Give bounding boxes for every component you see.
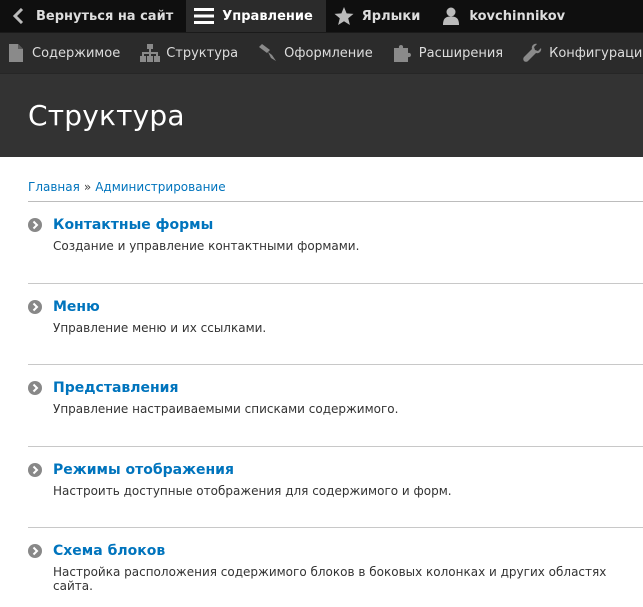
file-icon (6, 43, 26, 63)
list-item: Режимы отображения Настроить доступные о… (28, 445, 643, 528)
tray-item-appearance[interactable]: Оформление (252, 33, 387, 73)
tray-item-extend[interactable]: Расширения (387, 33, 517, 73)
sitemap-icon (140, 43, 161, 63)
breadcrumb-separator: » (83, 180, 92, 194)
menu-icon (194, 6, 215, 26)
breadcrumb: Главная » Администрирование (28, 173, 643, 201)
manage-tab[interactable]: Управление (186, 0, 326, 32)
user-icon (441, 6, 461, 26)
item-title-link[interactable]: Режимы отображения (53, 462, 234, 478)
arrow-right-icon (28, 299, 42, 314)
admin-tray: Содержимое Структура Оформление Расширен… (0, 32, 643, 73)
page-title: Структура (28, 99, 185, 132)
breadcrumb-home-link[interactable]: Главная (28, 180, 80, 194)
back-to-site-link[interactable]: Вернуться на сайт (0, 0, 186, 32)
chevron-left-icon (8, 6, 28, 26)
tray-item-config[interactable]: Конфигурация (517, 33, 643, 73)
tray-item-label: Содержимое (32, 45, 121, 61)
list-item: Представления Управление настраиваемыми … (28, 364, 643, 446)
shortcuts-tab[interactable]: Ярлыки (326, 0, 434, 32)
tray-item-structure[interactable]: Структура (134, 33, 252, 73)
item-description: Создание и управление контактными формам… (53, 239, 360, 253)
arrow-right-icon (28, 462, 42, 477)
item-title-link[interactable]: Меню (53, 299, 100, 315)
back-to-site-label: Вернуться на сайт (36, 8, 174, 24)
arrow-right-icon (28, 381, 42, 395)
list-item: Меню Управление меню и их ссылками. (28, 282, 643, 365)
user-tab[interactable]: kovchinnikov (433, 0, 578, 32)
puzzle-icon (393, 43, 413, 63)
paintbrush-icon (258, 43, 278, 63)
arrow-right-icon (28, 544, 42, 558)
admin-toolbar: Вернуться на сайт Управление Ярлыки kovc… (0, 0, 643, 32)
tray-item-label: Расширения (418, 45, 504, 61)
breadcrumb-admin-link[interactable]: Администрирование (95, 180, 225, 194)
wrench-icon (523, 43, 543, 63)
item-description: Управление меню и их ссылками. (53, 320, 267, 335)
item-title-link[interactable]: Представления (53, 380, 178, 396)
star-icon (334, 6, 354, 26)
arrow-right-icon (28, 218, 42, 232)
tray-item-label: Конфигурация (549, 45, 643, 61)
item-title-link[interactable]: Контактные формы (53, 217, 213, 233)
item-description: Настроить доступные отображения для соде… (53, 483, 452, 498)
shortcuts-label: Ярлыки (361, 8, 421, 24)
item-description: Управление настраиваемыми списками содер… (53, 402, 399, 416)
list-item: Схема блоков Настройка расположения соде… (28, 527, 643, 607)
tray-item-label: Оформление (284, 45, 373, 61)
page-header: Структура (0, 73, 643, 157)
main-content: Главная » Администрирование Контактные ф… (0, 157, 643, 607)
admin-list: Контактные формы Создание и управление к… (28, 201, 643, 607)
user-label: kovchinnikov (469, 8, 566, 24)
item-description: Настройка расположения содержимого блоко… (53, 565, 607, 593)
manage-label: Управление (222, 8, 313, 24)
item-title-link[interactable]: Схема блоков (53, 543, 165, 559)
list-item: Контактные формы Создание и управление к… (28, 201, 643, 283)
tray-item-label: Структура (166, 45, 239, 61)
tray-item-content[interactable]: Содержимое (0, 33, 134, 73)
